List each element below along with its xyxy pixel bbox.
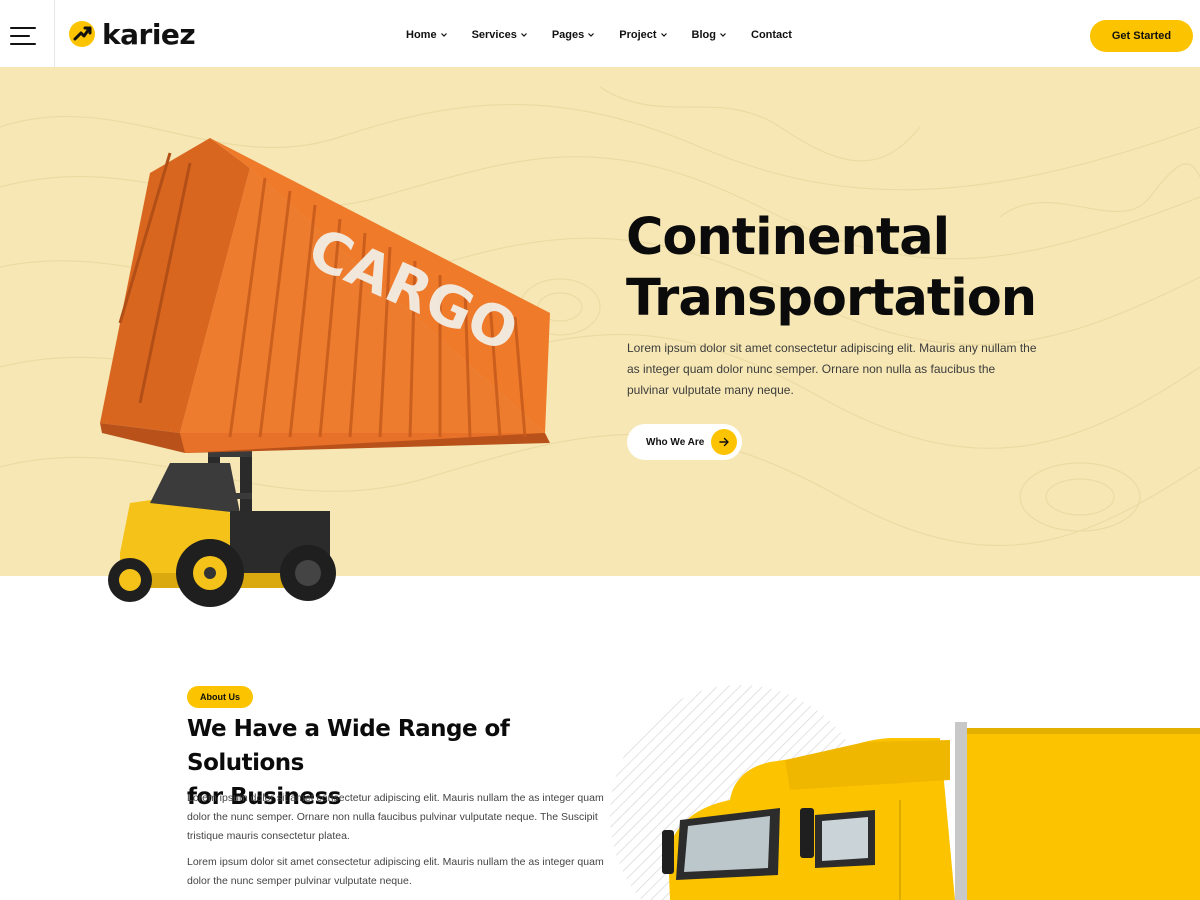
chevron-down-icon — [440, 33, 447, 37]
yellow-truck-image — [610, 685, 1200, 900]
hero-title: Continental Transportation — [626, 207, 1037, 329]
nav-item-label: Pages — [551, 29, 585, 41]
logo-text: kariez — [102, 17, 196, 51]
menu-icon[interactable] — [10, 24, 36, 46]
logo-icon — [69, 21, 95, 47]
chevron-down-icon — [588, 33, 595, 37]
header-divider — [54, 0, 55, 67]
nav-item-services[interactable]: Services — [472, 26, 528, 44]
nav-item-home[interactable]: Home — [406, 26, 448, 44]
who-we-are-button[interactable]: Who We Are — [627, 424, 742, 460]
about-badge: About Us — [187, 686, 253, 708]
hero-title-line2: Transportation — [626, 269, 1037, 328]
about-paragraph-2: Lorem ipsum dolor sit amet consectetur a… — [187, 856, 604, 887]
nav-item-label: Services — [471, 29, 517, 41]
main-nav: Home Services Pages Project Blog Contact — [406, 26, 816, 44]
get-started-button[interactable]: Get Started — [1090, 20, 1193, 52]
hero-title-line1: Continental — [626, 208, 950, 267]
chevron-down-icon — [520, 33, 527, 37]
nav-item-label: Project — [619, 29, 657, 41]
nav-item-contact[interactable]: Contact — [751, 26, 792, 44]
nav-item-label: Contact — [751, 29, 792, 41]
hero-description: Lorem ipsum dolor sit amet consectetur a… — [627, 341, 1037, 397]
nav-item-blog[interactable]: Blog — [692, 26, 727, 44]
chevron-down-icon — [720, 33, 726, 37]
about-paragraph-1: Lorem ipsum dolor sit amet consectetur a… — [187, 792, 604, 842]
site-header: kariez Home Services Pages Project Blog … — [0, 0, 1200, 67]
cargo-container-forklift-image: CARGO — [100, 138, 550, 607]
nav-item-project[interactable]: Project — [619, 26, 667, 44]
who-we-are-label: Who We Are — [646, 436, 705, 448]
nav-item-label: Home — [406, 29, 437, 41]
arrow-right-icon — [711, 429, 737, 455]
about-title-line1: We Have a Wide Range of Solutions — [187, 716, 510, 776]
nav-item-label: Blog — [691, 29, 716, 41]
nav-item-pages[interactable]: Pages — [552, 26, 595, 44]
logo-link[interactable]: kariez — [68, 17, 196, 51]
chevron-down-icon — [660, 33, 667, 37]
